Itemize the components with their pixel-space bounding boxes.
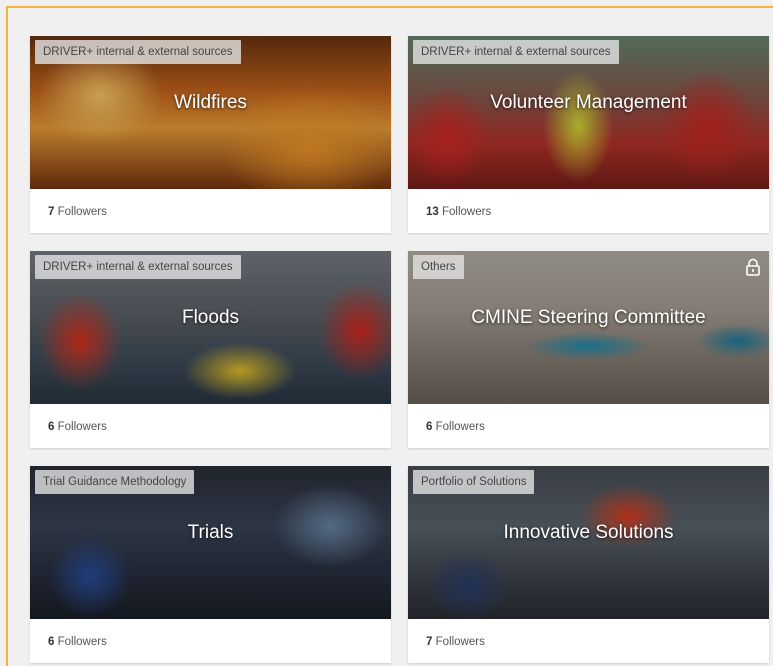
followers-number: 7	[48, 206, 55, 218]
followers-label: Followers	[57, 636, 107, 648]
category-tag[interactable]: DRIVER+ internal & external sources	[35, 255, 241, 279]
community-card-wildfires[interactable]: DRIVER+ internal & external sources Wild…	[30, 36, 391, 233]
category-tag[interactable]: Others	[413, 255, 464, 279]
followers-count: 7 Followers	[48, 206, 107, 218]
followers-label: Followers	[442, 206, 492, 218]
card-title[interactable]: Trials	[30, 522, 391, 544]
followers-count: 6 Followers	[426, 421, 485, 433]
followers-count: 6 Followers	[48, 421, 107, 433]
followers-number: 6	[426, 421, 433, 433]
followers-label: Followers	[57, 206, 107, 218]
community-card-innovative-solutions[interactable]: Portfolio of Solutions Innovative Soluti…	[408, 466, 769, 663]
category-tag[interactable]: Trial Guidance Methodology	[35, 470, 195, 494]
community-card-cmine-steering-committee[interactable]: Others CMINE Steering Committee 6 Follow…	[408, 251, 769, 448]
card-title[interactable]: CMINE Steering Committee	[408, 307, 769, 329]
community-grid: DRIVER+ internal & external sources Wild…	[6, 6, 773, 666]
card-title[interactable]: Innovative Solutions	[408, 522, 769, 544]
card-title[interactable]: Volunteer Management	[408, 92, 769, 114]
followers-number: 13	[426, 206, 439, 218]
followers-count: 7 Followers	[426, 636, 485, 648]
followers-number: 6	[48, 636, 55, 648]
card-title[interactable]: Wildfires	[30, 92, 391, 114]
community-card-volunteer-management[interactable]: DRIVER+ internal & external sources Volu…	[408, 36, 769, 233]
category-tag[interactable]: Portfolio of Solutions	[413, 470, 535, 494]
lock-icon	[746, 258, 760, 276]
followers-count: 6 Followers	[48, 636, 107, 648]
followers-label: Followers	[435, 636, 485, 648]
followers-label: Followers	[435, 421, 485, 433]
card-title[interactable]: Floods	[30, 307, 391, 329]
category-tag[interactable]: DRIVER+ internal & external sources	[413, 40, 619, 64]
followers-count: 13 Followers	[426, 206, 491, 218]
category-tag[interactable]: DRIVER+ internal & external sources	[35, 40, 241, 64]
community-card-trials[interactable]: Trial Guidance Methodology Trials 6 Foll…	[30, 466, 391, 663]
followers-number: 7	[426, 636, 433, 648]
followers-label: Followers	[57, 421, 107, 433]
followers-number: 6	[48, 421, 55, 433]
community-card-floods[interactable]: DRIVER+ internal & external sources Floo…	[30, 251, 391, 448]
